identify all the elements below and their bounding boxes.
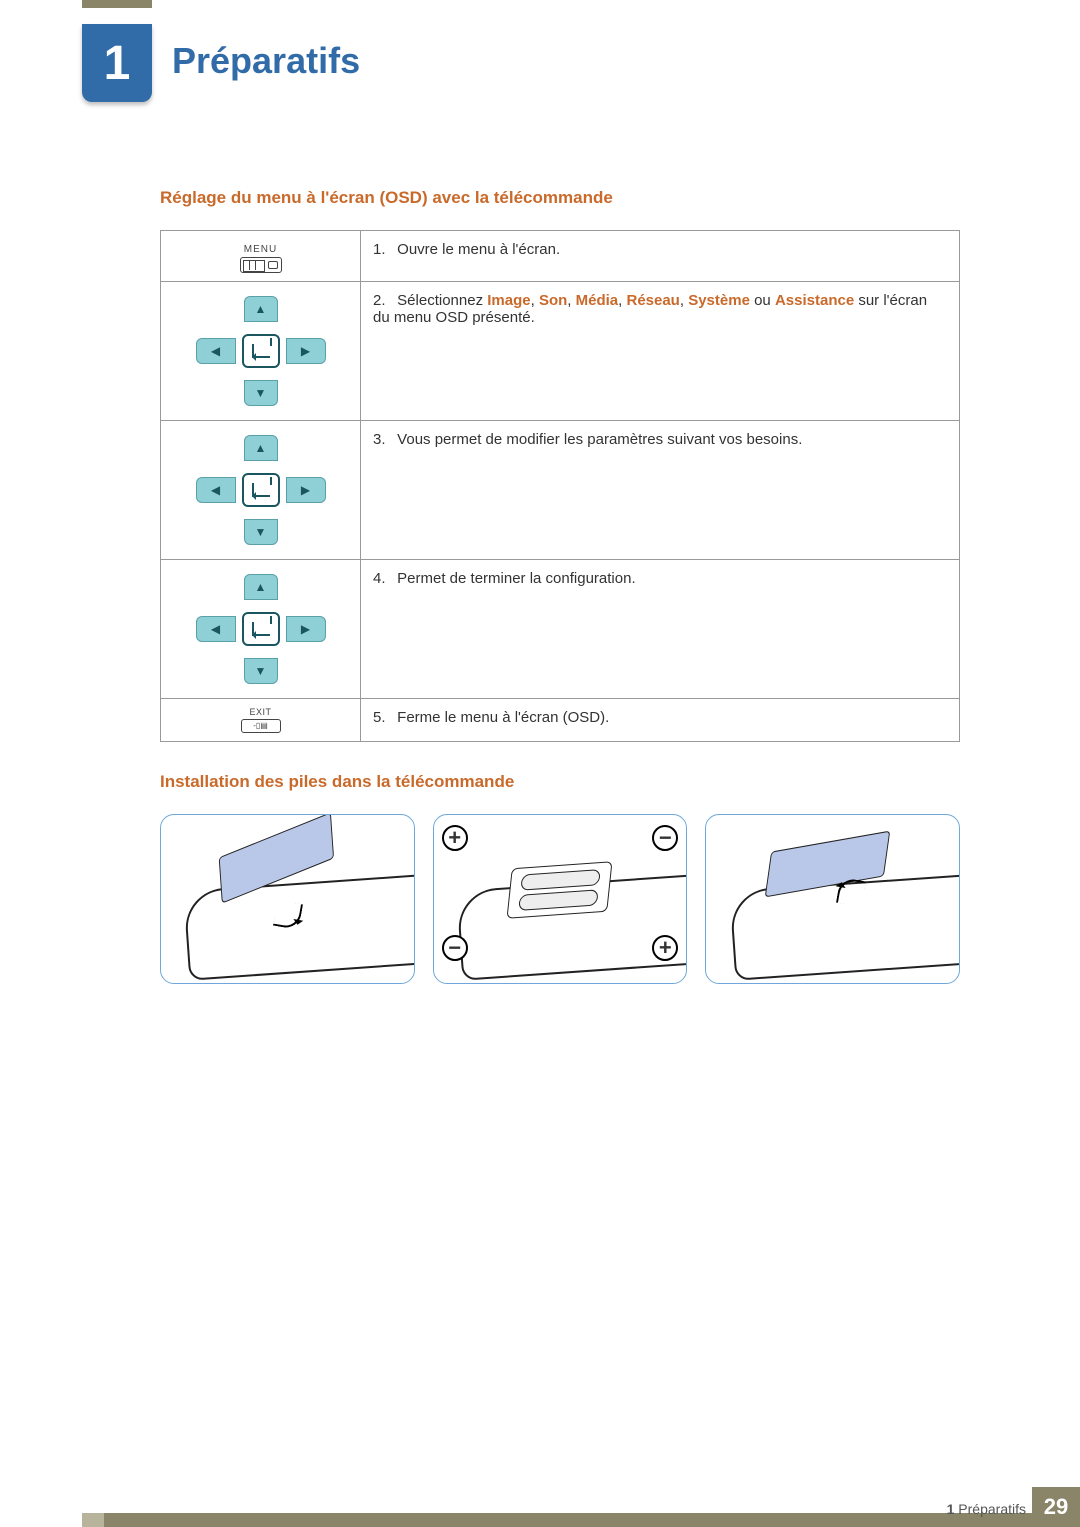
cell-step-text: 3. Vous permet de modifier les paramètre… bbox=[361, 421, 960, 560]
step-text: Ferme le menu à l'écran (OSD). bbox=[397, 709, 609, 726]
cell-step-text: 5. Ferme le menu à l'écran (OSD). bbox=[361, 699, 960, 742]
step-text: Sélectionnez Image, Son, Média, Réseau, … bbox=[373, 292, 927, 326]
dpad-right-icon bbox=[286, 338, 326, 364]
menu-option: Réseau bbox=[626, 292, 679, 309]
arrow-icon bbox=[273, 900, 303, 930]
step-number: 4. bbox=[373, 570, 393, 587]
cell-step-text: 1. Ouvre le menu à l'écran. bbox=[361, 231, 960, 282]
footer-chapter-title: Préparatifs bbox=[958, 1501, 1026, 1517]
text-prefix: Sélectionnez bbox=[397, 292, 487, 309]
menu-option: Système bbox=[688, 292, 750, 309]
dpad-down-icon bbox=[244, 519, 278, 545]
table-row: EXIT -▯▤ 5. Ferme le menu à l'écran (OSD… bbox=[161, 699, 960, 742]
dpad-right-icon bbox=[286, 477, 326, 503]
dpad-left-icon bbox=[196, 616, 236, 642]
exit-button-glyph: -▯▤ bbox=[241, 719, 281, 733]
dpad-enter-icon bbox=[242, 334, 280, 368]
polarity-minus-icon: − bbox=[652, 825, 678, 851]
dpad-down-icon bbox=[244, 380, 278, 406]
cell-dpad bbox=[161, 560, 361, 699]
arrow-icon bbox=[836, 877, 866, 907]
footer-breadcrumb: 1 Préparatifs bbox=[947, 1501, 1026, 1517]
section-battery: Installation des piles dans la télécomma… bbox=[160, 772, 960, 984]
section-heading-osd: Réglage du menu à l'écran (OSD) avec la … bbox=[160, 188, 960, 208]
battery-icon bbox=[519, 890, 600, 912]
dpad-left-icon bbox=[196, 338, 236, 364]
menu-option: Image bbox=[487, 292, 530, 309]
cell-exit-button: EXIT -▯▤ bbox=[161, 699, 361, 742]
cell-step-text: 2. Sélectionnez Image, Son, Média, Résea… bbox=[361, 282, 960, 421]
battery-compartment-icon bbox=[507, 862, 613, 920]
battery-step2-insert: + − − + bbox=[433, 814, 688, 984]
menu-option: Assistance bbox=[775, 292, 854, 309]
or-word: ou bbox=[750, 292, 775, 309]
step-number: 3. bbox=[373, 431, 393, 448]
dpad-icon bbox=[186, 574, 336, 684]
exit-button-label: EXIT bbox=[241, 707, 281, 717]
cell-dpad bbox=[161, 421, 361, 560]
table-row: MENU 1. Ouvre le menu à l'écran. bbox=[161, 231, 960, 282]
dpad-enter-icon bbox=[242, 612, 280, 646]
footer-band-accent bbox=[82, 1513, 104, 1527]
step-number: 1. bbox=[373, 241, 393, 258]
menu-button-icon: MENU bbox=[240, 244, 282, 273]
chapter-title: Préparatifs bbox=[172, 40, 360, 82]
table-row: 3. Vous permet de modifier les paramètre… bbox=[161, 421, 960, 560]
footer-chapter-number: 1 bbox=[947, 1501, 955, 1517]
menu-button-glyph bbox=[240, 257, 282, 273]
dpad-enter-icon bbox=[242, 473, 280, 507]
page-content: Réglage du menu à l'écran (OSD) avec la … bbox=[160, 188, 960, 984]
step-text: Vous permet de modifier les paramètres s… bbox=[397, 431, 802, 448]
menu-option: Média bbox=[576, 292, 619, 309]
exit-button-icon: EXIT -▯▤ bbox=[241, 707, 281, 733]
dpad-up-icon bbox=[244, 296, 278, 322]
table-row: 4. Permet de terminer la configuration. bbox=[161, 560, 960, 699]
dpad-right-icon bbox=[286, 616, 326, 642]
table-row: 2. Sélectionnez Image, Son, Média, Résea… bbox=[161, 282, 960, 421]
polarity-plus-icon: + bbox=[442, 825, 468, 851]
menu-option: Son bbox=[539, 292, 567, 309]
chapter-number-tab: 1 bbox=[82, 24, 152, 102]
step-text: Permet de terminer la configuration. bbox=[397, 570, 635, 587]
osd-steps-table: MENU 1. Ouvre le menu à l'écran. bbox=[160, 230, 960, 742]
step-number: 5. bbox=[373, 709, 393, 726]
battery-step3-close-cover bbox=[705, 814, 960, 984]
polarity-minus-icon: − bbox=[442, 935, 468, 961]
chapter-number: 1 bbox=[104, 36, 131, 91]
dpad-up-icon bbox=[244, 435, 278, 461]
battery-icon bbox=[521, 869, 602, 891]
dpad-down-icon bbox=[244, 658, 278, 684]
dpad-up-icon bbox=[244, 574, 278, 600]
dpad-left-icon bbox=[196, 477, 236, 503]
section-heading-battery: Installation des piles dans la télécomma… bbox=[160, 772, 960, 792]
cell-menu-button: MENU bbox=[161, 231, 361, 282]
header-accent-bar bbox=[82, 0, 152, 8]
cell-step-text: 4. Permet de terminer la configuration. bbox=[361, 560, 960, 699]
battery-diagram-row: + − − + bbox=[160, 814, 960, 984]
step-number: 2. bbox=[373, 292, 393, 309]
page-number: 29 bbox=[1032, 1487, 1080, 1527]
menu-button-label: MENU bbox=[240, 244, 282, 255]
cell-dpad bbox=[161, 282, 361, 421]
step-text: Ouvre le menu à l'écran. bbox=[397, 241, 560, 258]
dpad-icon bbox=[186, 296, 336, 406]
dpad-icon bbox=[186, 435, 336, 545]
page-footer: 1 Préparatifs 29 bbox=[0, 1487, 1080, 1527]
footer-band bbox=[82, 1513, 1080, 1527]
battery-step1-open-cover bbox=[160, 814, 415, 984]
